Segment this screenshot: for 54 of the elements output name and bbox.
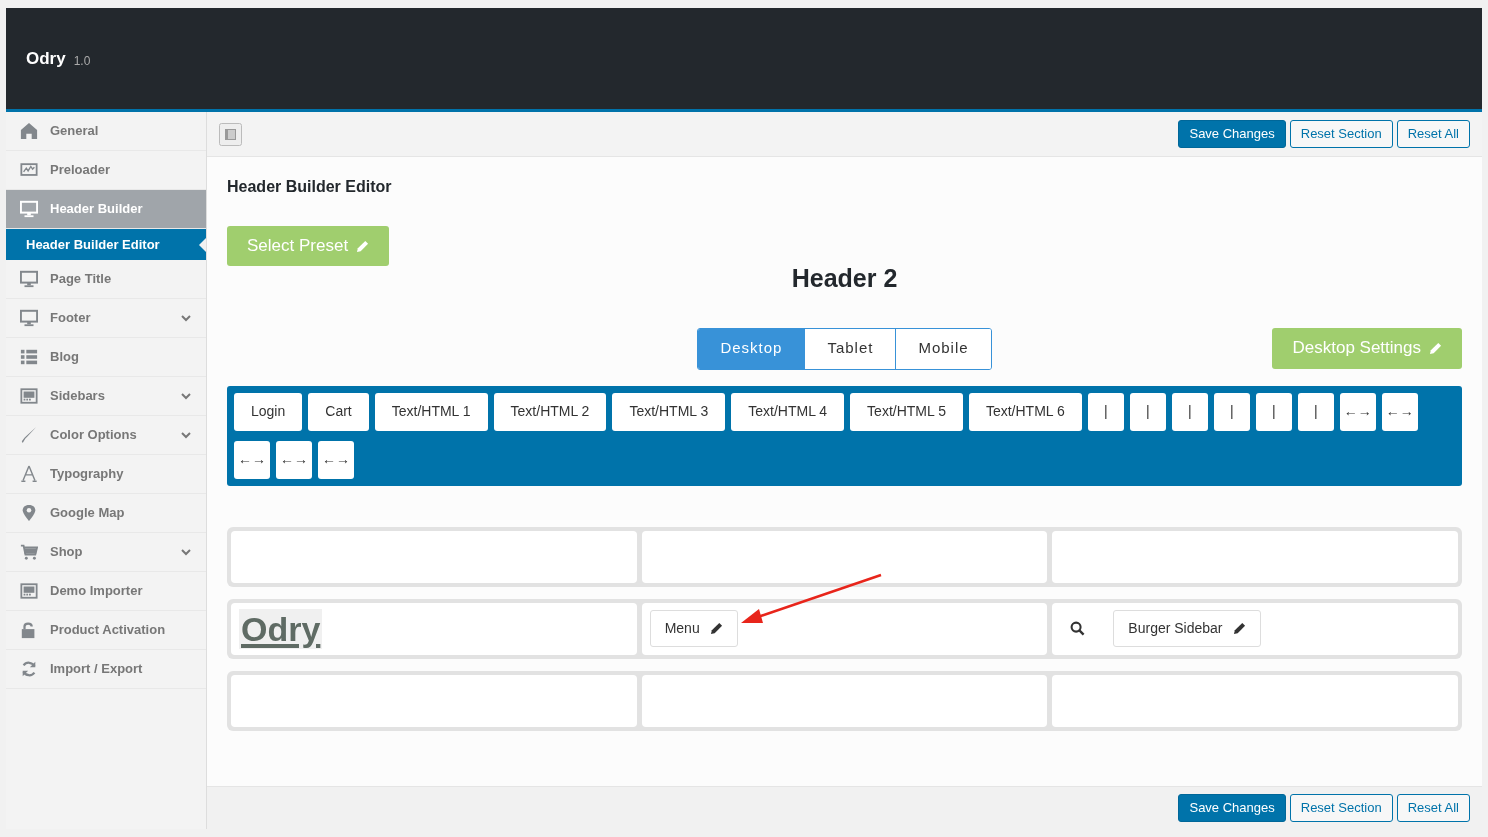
element-chip[interactable]: Text/HTML 4 [731,392,845,431]
element-chip[interactable]: Login [234,392,303,431]
element-chip[interactable]: Text/HTML 5 [850,392,963,431]
element-chip[interactable]: | [1255,392,1292,431]
element-chip[interactable]: ←→ [1381,392,1418,431]
element-chip[interactable]: | [1171,392,1208,431]
element-chip[interactable]: | [1297,392,1334,431]
reset-button[interactable]: Reset Section [1289,794,1393,822]
element-chip[interactable]: ←→ [318,440,354,479]
device-tab[interactable]: Mobile [895,328,991,369]
pencil-icon [356,239,370,253]
element-chip[interactable]: ←→ [234,440,270,479]
brush-icon [20,426,38,444]
window-icon [20,582,38,600]
reset-button[interactable]: Reset All [1396,794,1470,822]
element-button[interactable]: Burger Sidebar [1113,610,1261,647]
element-chip[interactable]: Text/HTML 3 [612,392,726,431]
logo: Odry [239,608,323,649]
version-label: 1.0 [73,52,91,70]
element-chip[interactable]: Cart [308,392,369,431]
list-icon [20,348,38,366]
device-tab[interactable]: Desktop [698,328,805,369]
map-pin-icon [20,504,38,522]
reset-button[interactable]: Reset Section [1289,120,1393,148]
element-chip[interactable]: Text/HTML 2 [493,392,607,431]
app-title: Odry [26,47,66,70]
layout-toggle-icon[interactable] [219,122,242,146]
section-title: Header Builder Editor [227,177,393,197]
sync-icon [20,660,38,678]
chart-icon [20,161,38,179]
window-icon [20,387,38,405]
element-chip[interactable]: Text/HTML 1 [374,392,488,431]
save-button[interactable]: Save Changes [1178,794,1286,822]
header-name: Header 2 [790,263,899,294]
element-chip[interactable]: ←→ [1339,392,1376,431]
save-button[interactable]: Save Changes [1178,120,1286,148]
cart-icon [20,543,38,561]
element-chip[interactable]: Text/HTML 6 [968,392,1082,431]
monitor-icon [20,200,38,218]
sidebar-subitem[interactable]: Header Builder Editor [6,229,206,260]
reset-button[interactable]: Reset All [1396,120,1470,148]
monitor-icon [20,309,38,327]
pencil-icon [709,622,723,635]
element-chip[interactable]: | [1213,392,1250,431]
letter-icon [20,465,38,483]
pencil-icon [1429,341,1442,355]
search-icon[interactable] [1070,621,1086,636]
element-chip[interactable]: | [1087,392,1124,431]
home-icon [20,122,38,140]
element-button[interactable]: Menu [649,610,738,647]
monitor-icon [20,270,38,288]
element-chip[interactable]: ←→ [276,440,312,479]
pencil-icon [1232,622,1246,635]
element-chip[interactable]: | [1129,392,1166,431]
